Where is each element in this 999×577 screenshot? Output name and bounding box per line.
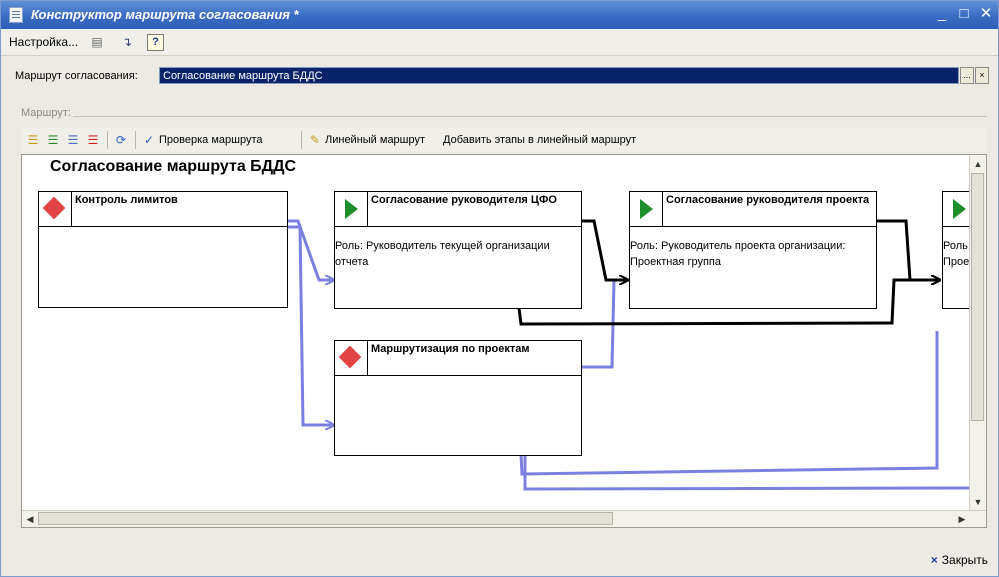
- window-title: Конструктор маршрута согласования *: [31, 7, 299, 22]
- stage-icon-cell: [335, 341, 368, 375]
- stage-title: Контроль лимитов: [75, 194, 178, 206]
- scroll-up-icon[interactable]: ▲: [971, 157, 985, 171]
- close-button[interactable]: × Закрыть: [931, 553, 988, 567]
- delete-stage-icon[interactable]: ☰: [85, 132, 101, 148]
- help-button[interactable]: ?: [147, 34, 164, 51]
- stage-header: Контроль лимитов: [39, 192, 287, 227]
- select-button[interactable]: ...: [960, 67, 974, 84]
- toolbar-separator: [301, 131, 302, 149]
- scroll-right-icon[interactable]: ▶: [955, 512, 969, 526]
- diagram-canvas[interactable]: Согласование маршрута БДДС Контроль лими…: [21, 154, 987, 528]
- connector-project-to-next: [877, 219, 940, 280]
- close-label: Закрыть: [941, 553, 988, 567]
- toolbar-separator: [107, 131, 108, 149]
- stage-project-routing[interactable]: Маршрутизация по проектам: [334, 340, 582, 456]
- bottom-bar: × Закрыть: [1, 545, 998, 576]
- toolbar-separator: [135, 131, 136, 149]
- stage-role: Роль: Руководитель текущей организации о…: [335, 240, 550, 268]
- scroll-left-icon[interactable]: ◀: [23, 512, 37, 526]
- red-diamond-icon: [42, 196, 66, 220]
- add-stage-icon[interactable]: ☰: [25, 132, 41, 148]
- document-icon: [9, 7, 23, 23]
- stage-icon-cell: [335, 192, 368, 226]
- stage-icon-cell: [39, 192, 72, 226]
- close-icon: ×: [930, 553, 938, 567]
- copy-icon[interactable]: ▤: [89, 34, 105, 50]
- menu-bar: Настройка... ▤ ↴ ?: [1, 29, 998, 56]
- connector-routing-bottom-1: [519, 331, 939, 476]
- stage-header: Согласование руководителя проекта: [630, 192, 876, 227]
- close-window-button[interactable]: ✕: [977, 5, 995, 23]
- green-play-icon: [953, 199, 966, 219]
- connector-cfo-to-project: [581, 219, 628, 280]
- clear-button[interactable]: ×: [975, 67, 989, 84]
- linear-route-button[interactable]: Линейный маршрут: [325, 134, 425, 146]
- horizontal-scroll-thumb[interactable]: [38, 512, 613, 525]
- vertical-scroll-thumb[interactable]: [971, 173, 984, 421]
- window: Конструктор маршрута согласования * _ □ …: [0, 0, 999, 577]
- refresh-icon[interactable]: ⟳: [113, 132, 129, 148]
- stage-cfo-approval[interactable]: Согласование руководителя ЦФО Роль: Руко…: [334, 191, 582, 309]
- maximize-button[interactable]: □: [955, 5, 973, 23]
- stage-limit-control[interactable]: Контроль лимитов: [38, 191, 288, 308]
- stage-project-approval[interactable]: Согласование руководителя проекта Роль: …: [629, 191, 877, 309]
- route-field-label: Маршрут согласования:: [15, 70, 138, 82]
- stage-icon-cell: [630, 192, 663, 226]
- stage-title: Согласование руководителя ЦФО: [371, 194, 557, 206]
- stage-title: Согласование руководителя проекта: [666, 194, 870, 206]
- connector-limits-to-cfo: [287, 219, 334, 280]
- stage-header: Маршрутизация по проектам: [335, 341, 581, 376]
- section-label: Маршрут:: [21, 107, 71, 119]
- red-diamond-icon: [338, 345, 362, 369]
- diagram-toolbar: ☰ ☰ ☰ ☰ ⟳ ✓ Проверка маршрута ✎ Линейный…: [21, 128, 987, 152]
- title-bar[interactable]: Конструктор маршрута согласования * _ □ …: [1, 1, 998, 29]
- stage-header: Согласование руководителя ЦФО: [335, 192, 581, 227]
- stage-title: Маршрутизация по проектам: [371, 343, 530, 355]
- green-play-icon: [345, 199, 358, 219]
- goto-icon[interactable]: ↴: [119, 34, 135, 50]
- vertical-scrollbar[interactable]: ▲ ▼: [969, 155, 986, 511]
- edit-stage-icon[interactable]: ☰: [65, 132, 81, 148]
- scroll-down-icon[interactable]: ▼: [971, 495, 985, 509]
- stage-role: Роль: Руководитель проекта организации: …: [630, 240, 846, 268]
- check-icon: ✓: [143, 133, 155, 147]
- settings-menu[interactable]: Настройка...: [9, 35, 78, 49]
- linear-route-icon: ✎: [309, 133, 321, 147]
- horizontal-scrollbar[interactable]: ◀ ▶: [22, 510, 986, 527]
- minimize-button[interactable]: _: [933, 5, 951, 23]
- add-stages-button[interactable]: Добавить этапы в линейный маршрут: [443, 134, 636, 146]
- add-substage-icon[interactable]: ☰: [45, 132, 61, 148]
- green-play-icon: [640, 199, 653, 219]
- check-route-button[interactable]: Проверка маршрута: [159, 134, 262, 146]
- route-input[interactable]: Согласование маршрута БДДС: [159, 67, 959, 84]
- section-divider: [73, 116, 987, 117]
